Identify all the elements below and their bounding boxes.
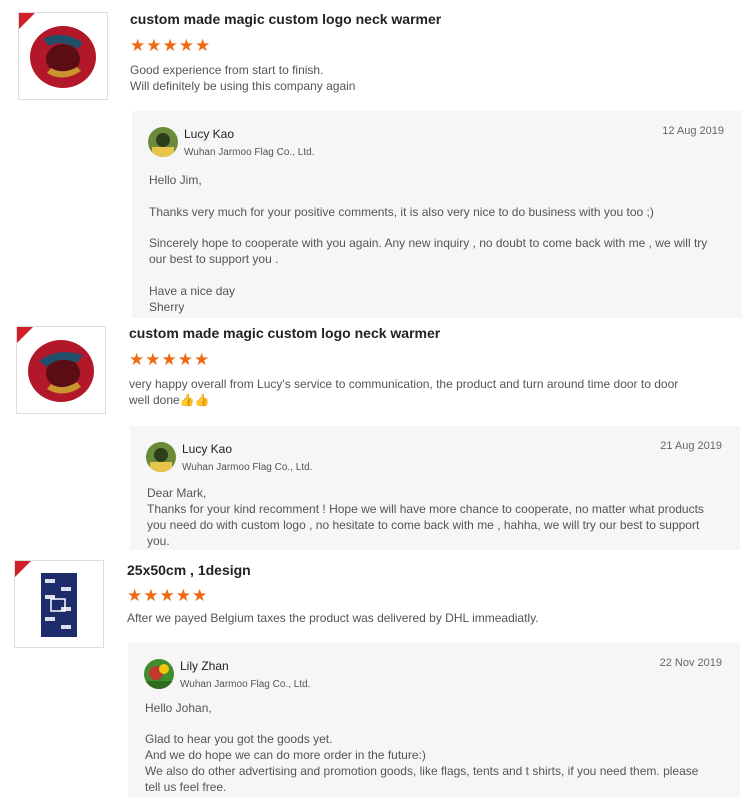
product-thumbnail[interactable]: [16, 326, 106, 414]
seller-company: Wuhan Jarmoo Flag Co., Ltd.: [182, 462, 313, 473]
corner-badge: [19, 13, 35, 29]
reply-line: Thanks for your kind recomment ! Hope we…: [147, 502, 704, 516]
reply-line: our best to support you .: [149, 252, 279, 266]
seller-name: Lucy Kao: [182, 442, 233, 456]
review-comment-line: very happy overall from Lucy's service t…: [129, 377, 679, 391]
review-comment-line: After we payed Belgium taxes the product…: [127, 611, 539, 625]
seller-reply: Lucy Kao Wuhan Jarmoo Flag Co., Ltd. 12 …: [132, 111, 742, 318]
reply-line: And we do hope we can do more order in t…: [145, 748, 426, 762]
seller-reply: Lucy Kao Wuhan Jarmoo Flag Co., Ltd. 21 …: [130, 426, 740, 550]
reply-line: Sincerely hope to cooperate with you aga…: [149, 236, 708, 250]
reply-date: 12 Aug 2019: [662, 125, 724, 137]
corner-badge: [17, 327, 33, 343]
review-item: custom made magic custom logo neck warme…: [0, 0, 750, 318]
review-comment-line: Good experience from start to finish.: [130, 63, 324, 77]
reply-line: you need do with custom logo , no hesita…: [147, 518, 700, 532]
review-comment-line: well done👍👍: [129, 393, 210, 407]
review-comment-line: Will definitely be using this company ag…: [130, 79, 356, 93]
review-item: 25x50cm , 1design ★★★★★ After we payed B…: [0, 552, 750, 797]
reply-line: Hello Jim,: [149, 173, 202, 187]
reply-line: We also do other advertising and promoti…: [145, 764, 699, 778]
reply-date: 21 Aug 2019: [660, 440, 722, 452]
corner-badge: [15, 561, 31, 577]
seller-company: Wuhan Jarmoo Flag Co., Ltd.: [180, 679, 311, 690]
review-title: custom made magic custom logo neck warme…: [129, 325, 441, 341]
reply-line: Dear Mark,: [147, 486, 207, 500]
product-thumbnail[interactable]: [18, 12, 108, 100]
reply-line: Sherry: [149, 300, 185, 314]
seller-avatar: [146, 442, 176, 472]
seller-avatar: [148, 127, 178, 157]
reply-date: 22 Nov 2019: [659, 657, 722, 669]
seller-avatar: [144, 659, 174, 689]
product-thumbnail[interactable]: [14, 560, 104, 648]
star-rating: ★★★★★: [129, 350, 211, 369]
review-item: custom made magic custom logo neck warme…: [0, 318, 750, 552]
reply-line: Glad to hear you got the goods yet.: [145, 732, 333, 746]
star-rating: ★★★★★: [130, 36, 212, 55]
review-title: custom made magic custom logo neck warme…: [130, 11, 442, 27]
seller-company: Wuhan Jarmoo Flag Co., Ltd.: [184, 147, 315, 158]
reply-line: tell us feel free.: [145, 780, 227, 794]
star-rating: ★★★★★: [127, 586, 209, 605]
review-title: 25x50cm , 1design: [127, 562, 251, 578]
seller-name: Lucy Kao: [184, 127, 235, 141]
seller-reply: Lily Zhan Wuhan Jarmoo Flag Co., Ltd. 22…: [128, 643, 740, 797]
reply-line: Thanks very much for your positive comme…: [149, 205, 654, 219]
reply-line: you.: [147, 534, 170, 548]
reply-line: Have a nice day: [149, 284, 236, 298]
reply-line: Hello Johan,: [145, 701, 212, 715]
seller-name: Lily Zhan: [180, 659, 229, 673]
